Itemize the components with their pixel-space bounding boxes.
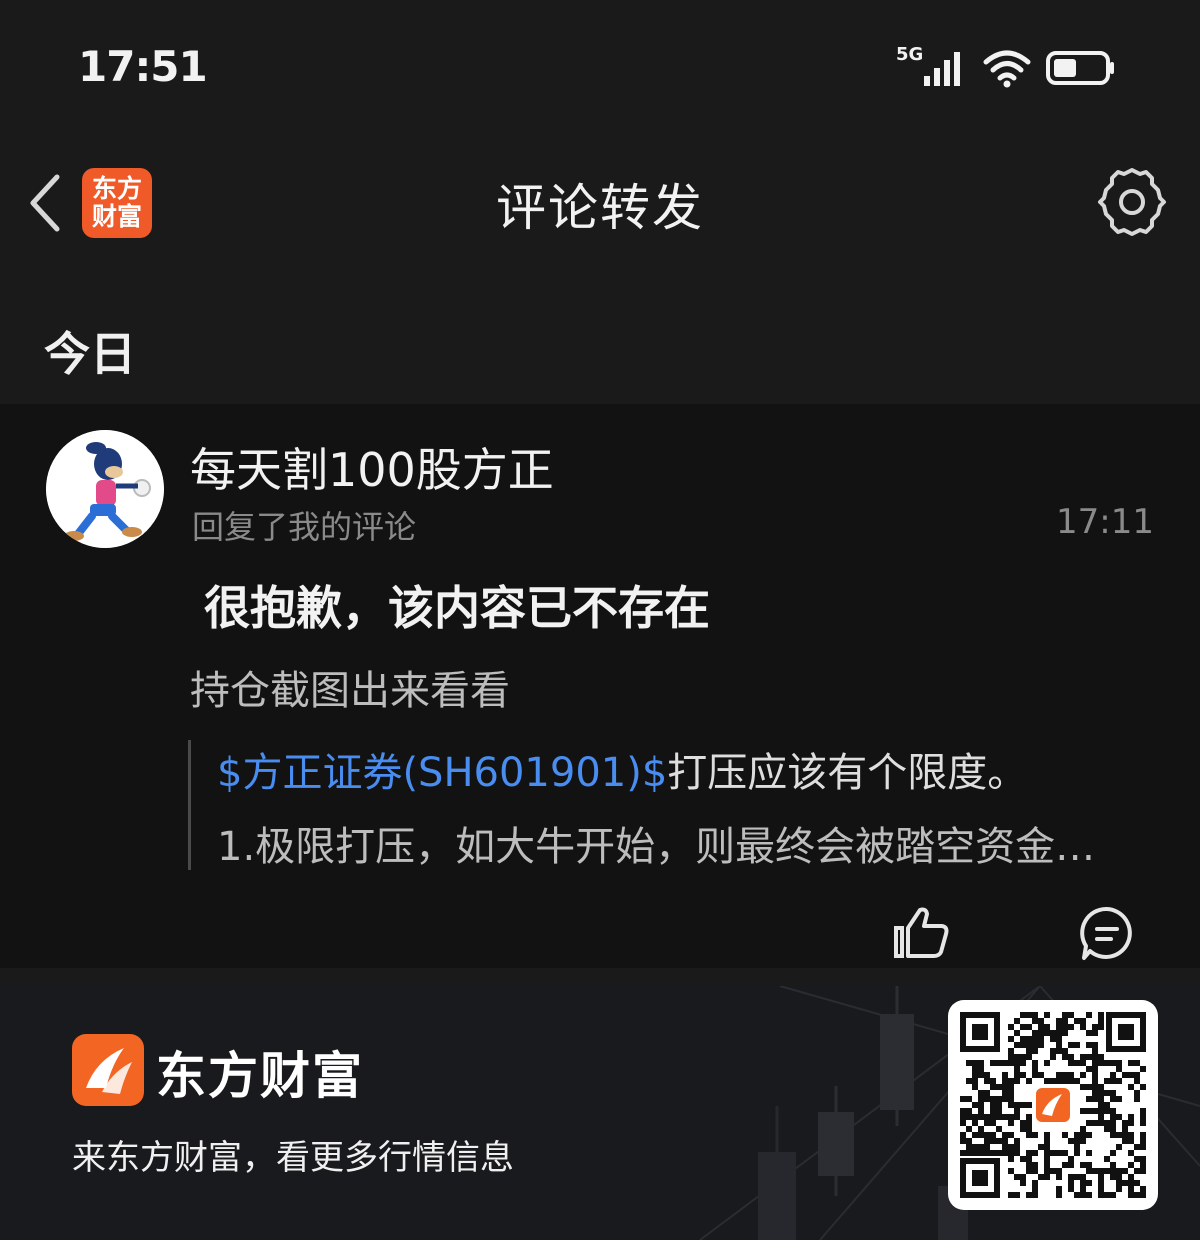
reply-text: 持仓截图出来看看 xyxy=(190,668,510,714)
section-label-today: 今日 xyxy=(44,327,136,381)
avatar[interactable] xyxy=(46,430,164,548)
qr-code[interactable] xyxy=(948,1000,1158,1210)
quote-line-2: 1.极限打压，如大牛开始，则最终会被踏空资金… xyxy=(217,824,1096,870)
comment-button[interactable] xyxy=(1078,904,1136,964)
settings-button[interactable] xyxy=(1096,166,1168,238)
status-icons: 5G xyxy=(896,44,1116,90)
quote-line-1: $方正证券(SH601901)$打压应该有个限度。 xyxy=(217,740,1027,798)
action-text: 回复了我的评论 xyxy=(192,508,417,546)
status-bar: 17:51 5G xyxy=(0,0,1200,130)
promo-banner: 东方财富 来东方财富，看更多行情信息 xyxy=(0,986,1200,1240)
status-time: 17:51 xyxy=(78,42,208,91)
network-label: 5G xyxy=(896,44,924,65)
gear-icon xyxy=(1098,168,1166,236)
comment-icon xyxy=(1080,906,1132,960)
signal-icon: 5G xyxy=(896,44,968,88)
like-button[interactable] xyxy=(890,904,952,964)
deleted-content-notice: 很抱歉，该内容已不存在 xyxy=(204,581,710,635)
quoted-post[interactable]: $方正证券(SH601901)$打压应该有个限度。 1.极限打压，如大牛开始，则… xyxy=(188,740,1151,870)
timestamp: 17:11 xyxy=(1056,502,1154,542)
brand-name: 东方财富 xyxy=(156,1046,364,1105)
user-name[interactable]: 每天割100股方正 xyxy=(190,434,554,500)
wifi-icon xyxy=(983,50,1031,88)
page-title: 评论转发 xyxy=(496,179,704,237)
thumbs-up-icon xyxy=(894,907,949,958)
brand-slogan: 来东方财富，看更多行情信息 xyxy=(72,1138,514,1178)
stock-link[interactable]: $方正证券(SH601901)$ xyxy=(217,750,667,796)
battery-icon xyxy=(1046,51,1114,85)
quote-line-1-text: 打压应该有个限度。 xyxy=(667,750,1028,796)
header: 东方 财富 评论转发 xyxy=(0,130,1200,280)
notification-card[interactable]: 每天割100股方正 回复了我的评论 17:11 很抱歉，该内容已不存在 持仓截图… xyxy=(0,404,1200,968)
brand-logo-icon xyxy=(72,1034,144,1106)
